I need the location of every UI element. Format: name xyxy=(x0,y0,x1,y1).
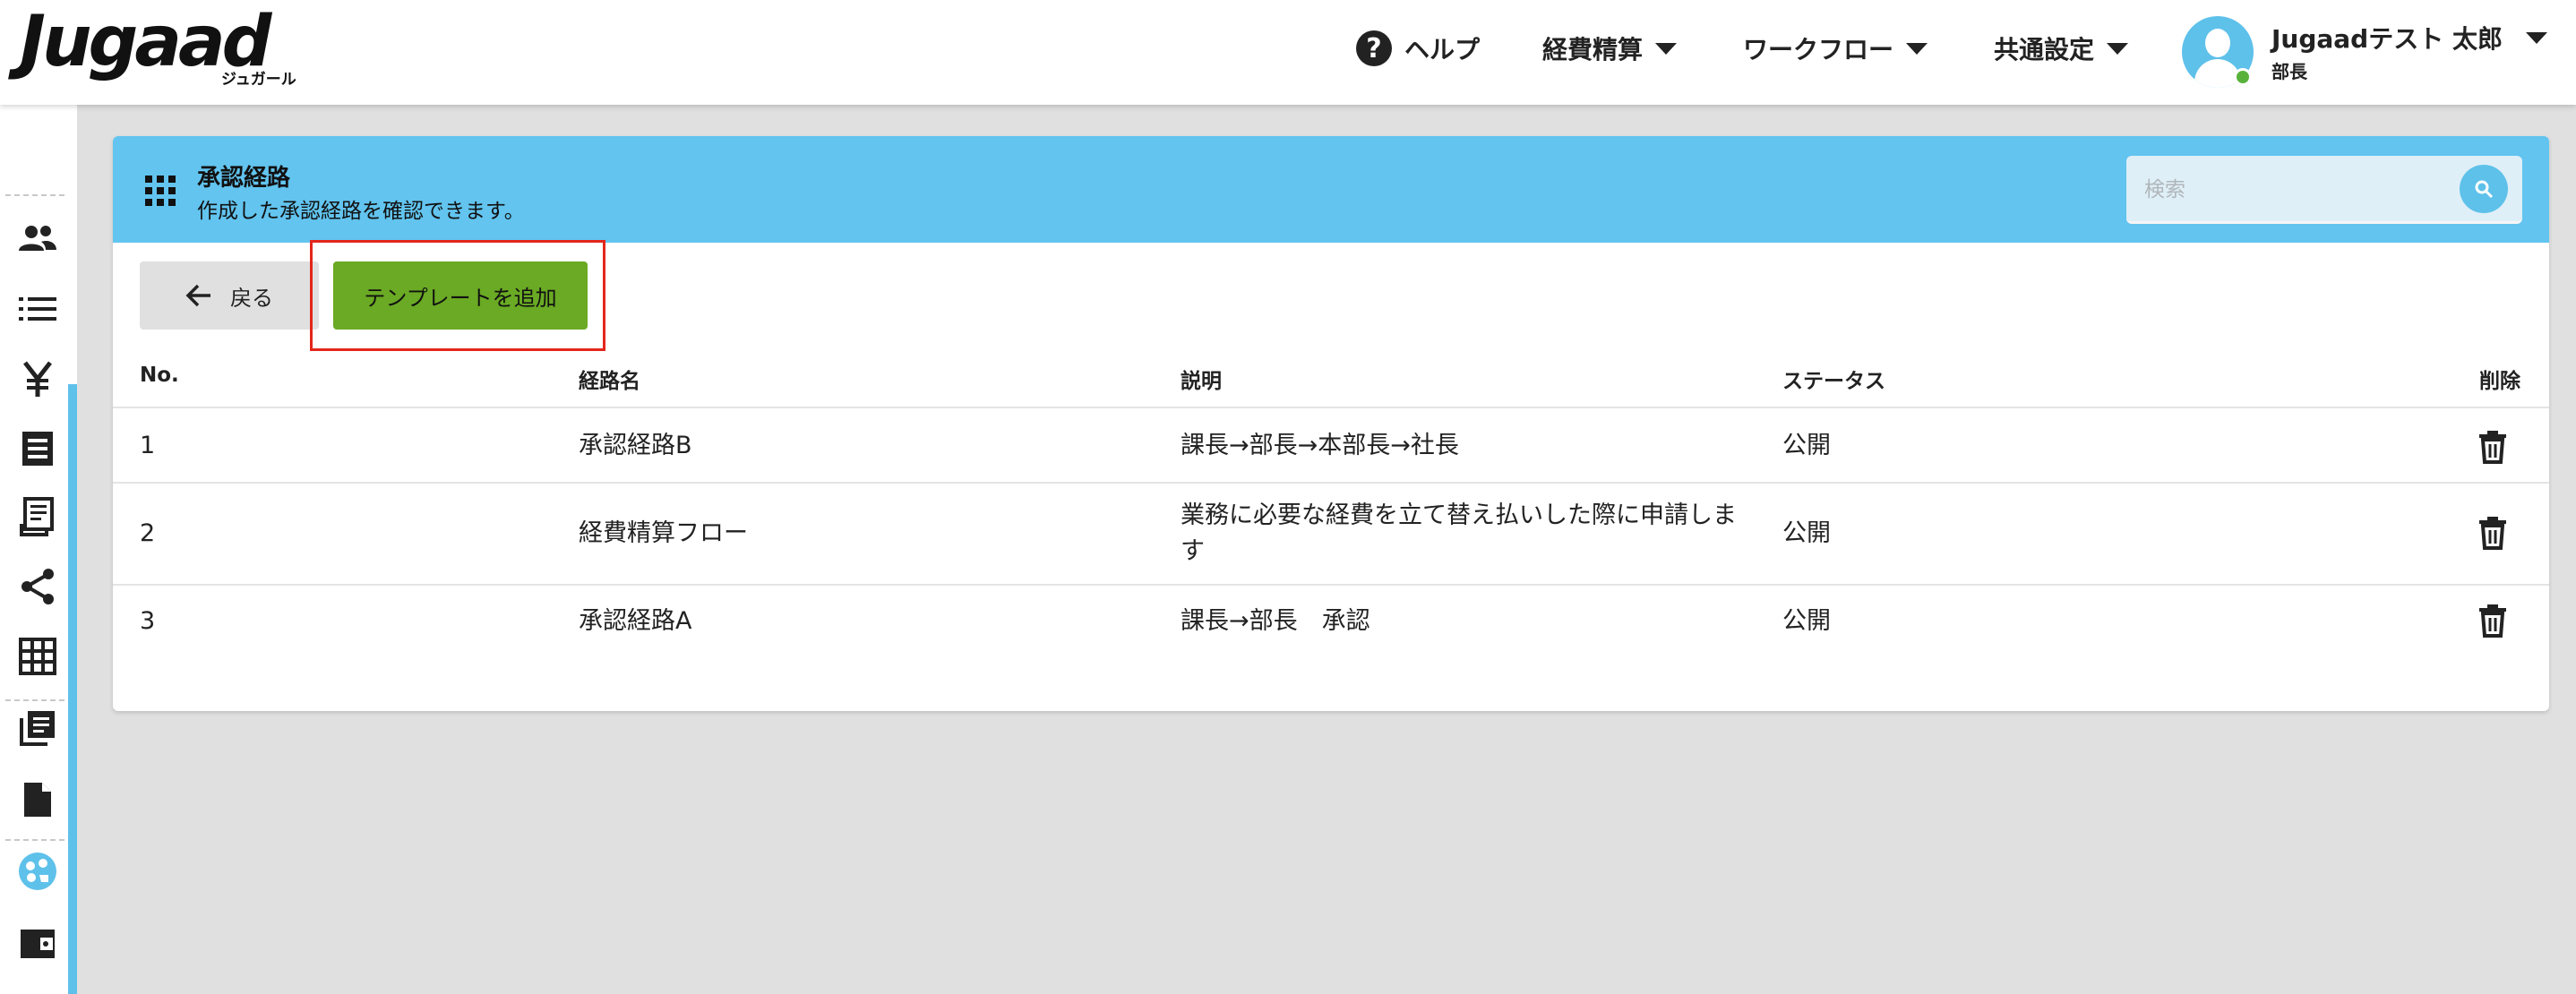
sidebar-divider xyxy=(5,699,64,701)
nav-help-label: ヘルプ xyxy=(1404,35,1481,64)
chevron-down-icon xyxy=(1906,42,1928,55)
column-header-status: ステータス xyxy=(1782,370,1885,393)
cell-no: 3 xyxy=(140,607,156,635)
user-role: 部長 xyxy=(2271,61,2307,82)
cell-description: 課長→部長→本部長→社長 xyxy=(1181,432,1459,459)
cell-status: 公開 xyxy=(1782,432,1831,459)
sidebar-divider xyxy=(5,194,64,196)
page-title: 承認経路 xyxy=(197,165,291,192)
library-icon[interactable] xyxy=(16,707,59,750)
trash-icon[interactable] xyxy=(2477,604,2508,638)
sidebar-divider xyxy=(5,839,64,841)
search-button[interactable] xyxy=(2460,165,2508,213)
table-divider xyxy=(113,407,2549,408)
top-bar: Jugaad ジュガール ? ヘルプ 経費精算 ワークフロー 共通設定 Juga… xyxy=(0,0,2576,105)
column-header-delete: 削除 xyxy=(2479,370,2520,393)
cell-status: 公開 xyxy=(1782,607,1831,635)
cell-name: 経費精算フロー xyxy=(579,519,748,547)
user-menu[interactable]: Jugaadテスト 太郎 部長 xyxy=(2182,14,2558,88)
chevron-down-icon xyxy=(2107,42,2129,55)
arrow-left-icon xyxy=(185,284,210,307)
share-icon[interactable] xyxy=(16,565,59,608)
receipt-icon[interactable] xyxy=(16,427,59,470)
cell-description: 課長→部長 承認 xyxy=(1181,607,1370,635)
back-button-label: 戻る xyxy=(230,285,273,311)
nav-expense-label: 経費精算 xyxy=(1542,35,1644,64)
column-header-description: 説明 xyxy=(1181,370,1222,393)
online-status-icon xyxy=(2234,68,2252,86)
cell-no: 1 xyxy=(140,432,156,459)
chevron-down-icon xyxy=(1655,42,1678,55)
nav-expense[interactable]: 経費精算 xyxy=(1542,23,1678,73)
nav-common-settings[interactable]: 共通設定 xyxy=(1994,23,2129,73)
highlight-box xyxy=(310,240,605,351)
yen-icon[interactable] xyxy=(16,357,59,400)
chevron-down-icon xyxy=(2526,32,2547,44)
search-input[interactable] xyxy=(2126,156,2467,224)
apps-grid-icon xyxy=(145,176,176,206)
logo-subtitle: ジュガール xyxy=(221,71,296,89)
page-subtitle: 作成した承認経路を確認できます。 xyxy=(197,200,525,223)
trash-icon[interactable] xyxy=(2477,430,2508,464)
sidebar-scrollbar[interactable] xyxy=(68,384,77,994)
sidebar xyxy=(0,105,77,994)
nav-help[interactable]: ? ヘルプ xyxy=(1356,23,1480,73)
cell-name: 承認経路A xyxy=(579,607,692,635)
users-icon[interactable] xyxy=(16,218,59,261)
user-name: Jugaadテスト 太郎 xyxy=(2271,24,2503,54)
column-header-no: No. xyxy=(140,364,179,387)
nav-workflow[interactable]: ワークフロー xyxy=(1743,23,1928,73)
trash-icon[interactable] xyxy=(2477,516,2508,550)
cell-description: 業務に必要な経費を立て替え払いした際に申請します xyxy=(1181,501,1737,565)
cell-name: 承認経路B xyxy=(579,432,692,459)
wallet-icon[interactable] xyxy=(16,921,59,964)
search-icon xyxy=(2475,180,2494,199)
cell-no: 2 xyxy=(140,519,156,547)
document-icon[interactable] xyxy=(16,778,59,821)
nav-common-settings-label: 共通設定 xyxy=(1994,35,2095,64)
report-icon[interactable] xyxy=(16,495,59,538)
cell-status: 公開 xyxy=(1782,519,1831,547)
column-header-name: 経路名 xyxy=(579,370,640,393)
list-icon[interactable] xyxy=(16,287,59,330)
table-divider xyxy=(113,584,2549,586)
search-box xyxy=(2126,156,2522,224)
palette-icon[interactable] xyxy=(16,850,59,893)
table-icon[interactable] xyxy=(16,635,59,678)
table-divider xyxy=(113,482,2549,484)
logo[interactable]: Jugaad ジュガール xyxy=(20,2,297,91)
card-header: 承認経路 作成した承認経路を確認できます。 xyxy=(113,136,2549,243)
nav-workflow-label: ワークフロー xyxy=(1743,35,1894,64)
approval-route-card: 承認経路 作成した承認経路を確認できます。 戻る テンプレートを追加 No. 経… xyxy=(113,136,2549,711)
back-button[interactable]: 戻る xyxy=(140,261,319,330)
help-icon: ? xyxy=(1356,30,1392,66)
